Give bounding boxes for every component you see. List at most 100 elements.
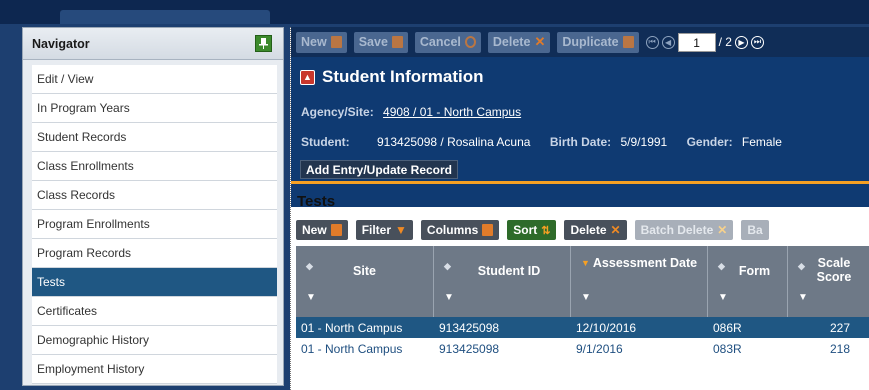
nav-item-label: Employment History <box>37 362 145 376</box>
cell-scale-score: 218 <box>829 341 850 356</box>
columns-button[interactable]: Columns <box>420 220 500 240</box>
birth-date-label: Birth Date: <box>549 135 612 149</box>
delete-button-label: Delete <box>492 35 531 49</box>
column-filter-icon[interactable]: ▼ <box>444 292 454 303</box>
tests-new-label: New <box>302 223 327 237</box>
add-entry-button[interactable]: Add Entry/Update Record <box>300 160 459 179</box>
nav-item-class-enrollments[interactable]: Class Enrollments <box>32 152 277 181</box>
batch-delete-button[interactable]: Batch Delete ✕ <box>634 220 734 240</box>
record-toolbar: New Save Cancel Delete ✕ Duplicate ⏮ ◀ 1 … <box>291 27 869 57</box>
col-header-scale-score[interactable]: ◆ Scale Score ▼ <box>788 246 869 317</box>
sort-icon: ⇅ <box>541 224 551 237</box>
last-page-icon[interactable]: ⏭ <box>750 35 764 49</box>
navigator-header: Navigator <box>23 28 283 60</box>
col-header-label: Student ID <box>477 264 541 278</box>
filter-label: Filter <box>361 223 392 237</box>
save-button[interactable]: Save <box>353 31 408 53</box>
next-page-icon[interactable]: ▶ <box>734 35 748 49</box>
col-header-site[interactable]: ◆ Site ▼ <box>296 246 434 317</box>
nav-item-edit-view[interactable]: Edit / View <box>32 65 277 94</box>
delete-x-icon: ✕ <box>610 223 621 237</box>
cancel-circle-icon <box>464 36 476 48</box>
grid-header: ◆ Site ▼ ◆ Student ID ▼ ▼ Assessment Dat… <box>296 246 869 317</box>
window-top-bar <box>0 0 869 24</box>
delete-x-icon: ✕ <box>534 34 546 49</box>
duplicate-button-label: Duplicate <box>562 35 619 49</box>
filter-button[interactable]: Filter ▼ <box>355 220 413 240</box>
sort-button[interactable]: Sort ⇅ <box>507 220 557 240</box>
tests-heading: Tests <box>297 193 336 210</box>
cell-assessment-date: 9/1/2016 <box>576 341 623 356</box>
page-number-input[interactable]: 1 <box>677 32 716 52</box>
nav-item-label: In Program Years <box>37 101 130 115</box>
nav-item-certificates[interactable]: Certificates <box>32 297 277 326</box>
tests-delete-button[interactable]: Delete ✕ <box>564 220 627 240</box>
col-header-label: Scale Score <box>816 256 852 284</box>
agency-link[interactable]: 4908 / 01 - North Campus <box>383 105 521 119</box>
column-filter-icon[interactable]: ▼ <box>718 292 728 303</box>
nav-item-label: Demographic History <box>37 333 150 347</box>
birth-date-value: 5/9/1991 <box>620 135 668 149</box>
pin-icon[interactable] <box>255 35 272 52</box>
tests-grid: ◆ Site ▼ ◆ Student ID ▼ ▼ Assessment Dat… <box>296 246 869 359</box>
nav-item-employment-history[interactable]: Employment History <box>32 355 277 384</box>
nav-item-class-records[interactable]: Class Records <box>32 181 277 210</box>
column-filter-icon[interactable]: ▼ <box>306 292 316 303</box>
gender-label: Gender: <box>686 135 733 149</box>
col-header-label: Site <box>353 264 376 278</box>
nav-item-in-program-years[interactable]: In Program Years <box>32 94 277 123</box>
batch-more-button[interactable]: Ba <box>741 220 769 240</box>
navigator-title: Navigator <box>32 36 90 51</box>
cancel-button[interactable]: Cancel <box>414 31 481 53</box>
main-panel: New Save Cancel Delete ✕ Duplicate ⏮ ◀ 1 … <box>290 27 869 390</box>
batch-delete-icon: ✕ <box>717 223 728 237</box>
new-button-label: New <box>301 35 327 49</box>
student-info-title: Student Information <box>322 67 484 86</box>
table-row[interactable]: 01 - North Campus 913425098 9/1/2016 083… <box>296 338 869 359</box>
nav-item-program-enrollments[interactable]: Program Enrollments <box>32 210 277 239</box>
col-header-assessment-date[interactable]: ▼ Assessment Date ▼ <box>571 246 708 317</box>
student-value: 913425098 / Rosalina Acuna <box>377 135 531 149</box>
section-divider <box>291 181 869 184</box>
new-document-icon <box>330 36 342 48</box>
delete-button[interactable]: Delete ✕ <box>487 31 551 53</box>
new-button[interactable]: New <box>296 31 347 53</box>
nav-item-label: Class Enrollments <box>37 159 134 173</box>
prev-page-icon[interactable]: ◀ <box>661 35 675 49</box>
window-tab[interactable] <box>60 10 270 24</box>
col-header-student-id[interactable]: ◆ Student ID ▼ <box>434 246 571 317</box>
nav-item-label: Edit / View <box>37 72 94 86</box>
nav-item-label: Tests <box>37 275 66 289</box>
duplicate-icon <box>622 36 634 48</box>
columns-label: Columns <box>426 223 479 237</box>
save-button-label: Save <box>358 35 388 49</box>
nav-item-student-records[interactable]: Student Records <box>32 123 277 152</box>
nav-item-tests[interactable]: Tests <box>32 268 277 297</box>
col-header-label: Assessment Date <box>592 256 698 270</box>
column-filter-icon[interactable]: ▼ <box>798 292 808 303</box>
cell-site: 01 - North Campus <box>301 320 403 335</box>
new-document-icon <box>330 224 342 236</box>
nav-item-program-records[interactable]: Program Records <box>32 239 277 268</box>
gender-value: Female <box>741 135 782 149</box>
sort-indicator-icon[interactable]: ◆ <box>798 261 805 272</box>
cell-form: 083R <box>713 341 742 356</box>
first-page-icon[interactable]: ⏮ <box>645 35 659 49</box>
tests-toolbar: New Filter ▼ Columns Sort ⇅ Delete ✕ Batch … <box>296 220 769 240</box>
col-header-label: Form <box>738 264 771 278</box>
table-row[interactable]: 01 - North Campus 913425098 12/10/2016 0… <box>296 317 869 338</box>
col-header-form[interactable]: ◆ Form ▼ <box>708 246 788 317</box>
cell-site: 01 - North Campus <box>301 341 403 356</box>
student-row: Student: 913425098 / Rosalina Acuna Birt… <box>301 135 782 149</box>
navigator-list: Edit / View In Program Years Student Rec… <box>32 65 277 384</box>
tests-delete-label: Delete <box>570 223 607 237</box>
nav-item-label: Class Records <box>37 188 116 202</box>
duplicate-button[interactable]: Duplicate <box>557 31 639 53</box>
column-filter-icon[interactable]: ▼ <box>581 292 591 303</box>
agency-label: Agency/Site: <box>301 105 374 119</box>
nav-item-label: Certificates <box>37 304 98 318</box>
collapse-icon[interactable]: ▲ <box>300 69 315 85</box>
cell-assessment-date: 12/10/2016 <box>576 320 637 335</box>
nav-item-demographic-history[interactable]: Demographic History <box>32 326 277 355</box>
tests-new-button[interactable]: New <box>296 220 348 240</box>
